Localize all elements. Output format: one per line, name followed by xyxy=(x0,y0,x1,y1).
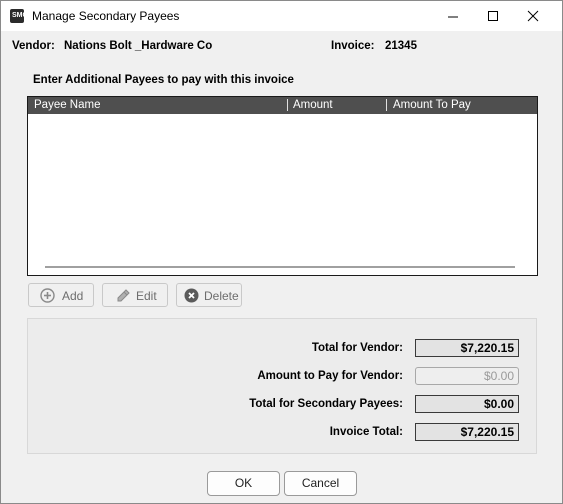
column-separator[interactable] xyxy=(386,99,387,111)
grid-header: Payee Name Amount Amount To Pay xyxy=(28,97,537,114)
delete-circle-icon xyxy=(184,288,199,303)
column-header-payee-name[interactable]: Payee Name xyxy=(34,99,100,111)
invoice-number: 21345 xyxy=(385,40,417,52)
close-button[interactable] xyxy=(513,1,553,31)
column-header-amount[interactable]: Amount xyxy=(293,99,333,111)
add-circle-icon xyxy=(40,288,55,303)
edit-button[interactable]: Edit xyxy=(102,283,168,307)
dialog-window: SMC Manage Secondary Payees Vendor: Nati… xyxy=(0,0,563,504)
column-header-amount-to-pay[interactable]: Amount To Pay xyxy=(393,99,471,111)
vendor-total-label: Total for Vendor: xyxy=(311,342,403,354)
secondary-payees-total-field: $0.00 xyxy=(415,395,519,413)
minimize-icon xyxy=(448,16,458,18)
close-icon xyxy=(527,10,539,22)
vendor-name: Nations Bolt _Hardware Co xyxy=(64,40,213,52)
app-icon-text: SMC xyxy=(12,12,28,19)
delete-button[interactable]: Delete xyxy=(176,283,242,307)
amount-to-pay-vendor-field[interactable]: $0.00 xyxy=(415,367,519,385)
horizontal-scrollbar[interactable] xyxy=(45,266,515,268)
maximize-icon xyxy=(488,11,498,21)
instructions-text: Enter Additional Payees to pay with this… xyxy=(33,74,294,86)
payees-grid[interactable]: Payee Name Amount Amount To Pay xyxy=(27,96,538,276)
amount-to-pay-vendor-label: Amount to Pay for Vendor: xyxy=(257,370,403,382)
edit-button-label: Edit xyxy=(136,289,157,303)
delete-button-label: Delete xyxy=(204,289,239,303)
vendor-label: Vendor: xyxy=(12,40,55,52)
cancel-button[interactable]: Cancel xyxy=(284,471,357,496)
pencil-icon xyxy=(117,289,130,302)
minimize-button[interactable] xyxy=(433,1,473,31)
column-separator[interactable] xyxy=(287,99,288,111)
title-bar[interactable]: SMC Manage Secondary Payees xyxy=(1,1,562,31)
add-button-label: Add xyxy=(62,289,84,303)
window-title: Manage Secondary Payees xyxy=(32,9,180,23)
maximize-button[interactable] xyxy=(473,1,513,31)
invoice-total-field: $7,220.15 xyxy=(415,423,519,441)
vendor-total-field: $7,220.15 xyxy=(415,339,519,357)
invoice-total-label: Invoice Total: xyxy=(329,426,403,438)
app-icon: SMC xyxy=(10,9,28,23)
ok-button[interactable]: OK xyxy=(207,471,280,496)
secondary-payees-total-label: Total for Secondary Payees: xyxy=(249,398,403,410)
add-button[interactable]: Add xyxy=(28,283,94,307)
invoice-label: Invoice: xyxy=(331,40,375,52)
